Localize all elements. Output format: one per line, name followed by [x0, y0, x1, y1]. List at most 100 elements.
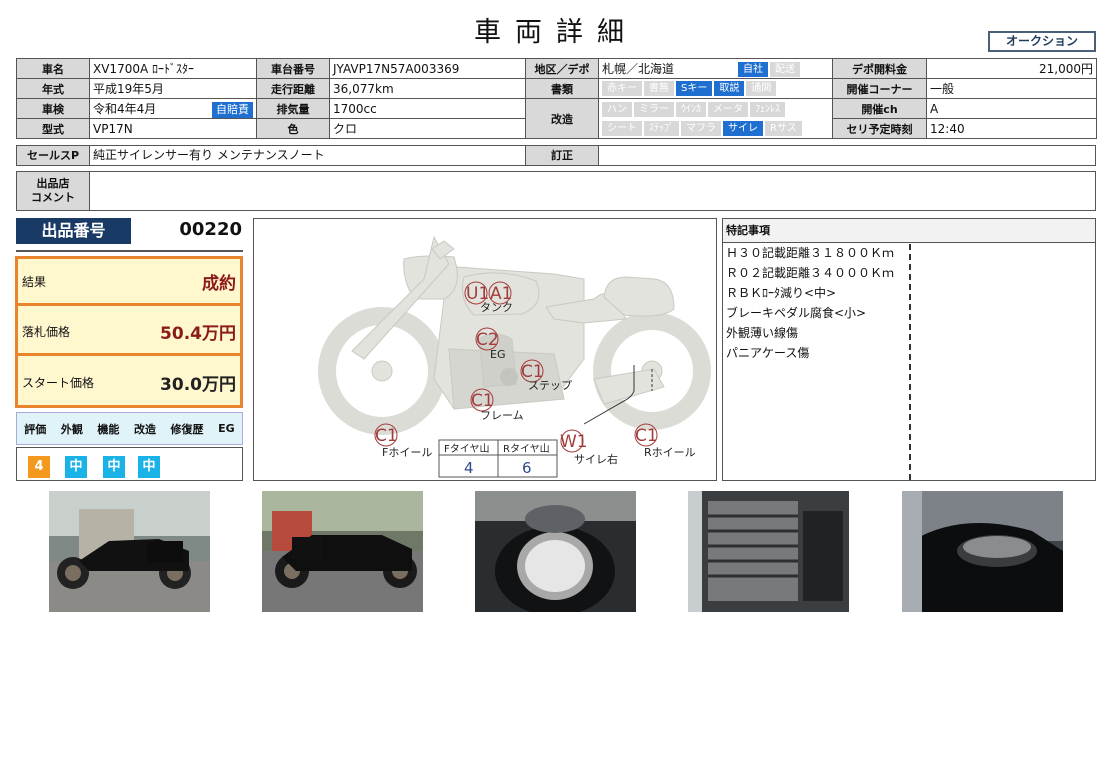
- chip-muffler: マフラ: [681, 120, 721, 136]
- liability-insurance-badge: 自賠責: [212, 101, 253, 118]
- eval-header-modification: 改造: [133, 422, 156, 436]
- label-step: ステップ: [528, 379, 572, 392]
- special-notes: 特記事項 Ｈ３０記載距離３１８００Ｋｍ Ｒ０２記載距離３４０００Ｋｍ ＲＢＫﾛｰ…: [722, 218, 1096, 481]
- tire-tread-table: Fタイヤ山 Rタイヤ山 4 6: [438, 439, 558, 478]
- modification-label: 改造: [525, 98, 599, 139]
- eval-header-engine: EG: [218, 422, 235, 435]
- result-label: 結果: [22, 274, 47, 289]
- table-row: 車検 令和4年4月 自賠責 排気量 1700cc 改造 ハン ミラー ｳｲﾝｶ メータ…: [16, 98, 1097, 139]
- chassis-number-value: JYAVP17N57A003369: [329, 58, 526, 79]
- chip-handle: ハン: [602, 101, 632, 117]
- correction-label: 訂正: [526, 146, 599, 165]
- corner-value: 一般: [926, 78, 1097, 99]
- motorcycle-outline-icon: U1 A1 C2 C1 C1 C1 W1 C1 タンク EG ステップ フレーム…: [318, 235, 711, 478]
- chip-r-suspension: Rサス: [765, 120, 802, 136]
- photo-thumbnail[interactable]: [262, 491, 423, 612]
- motorcycle-side-photo-icon: [262, 491, 423, 612]
- chip-silencer: サイレ: [723, 120, 763, 136]
- displacement-value: 1700cc: [329, 98, 526, 119]
- start-price-label: スタート価格: [22, 376, 95, 390]
- damage-diagram: U1 A1 C2 C1 C1 C1 W1 C1 タンク EG ステップ フレーム…: [253, 218, 717, 481]
- seller-comment-label: 出品店 コメント: [17, 172, 90, 210]
- eval-value-rating: 4: [28, 456, 50, 478]
- sales-point-value: 純正サイレンサー有り メンテナンスノート: [90, 146, 526, 165]
- correction-value: [599, 146, 1095, 165]
- eval-header-repair-history: 修復歴: [170, 422, 204, 436]
- chip-fenderless: ﾌｪﾝﾚｽ: [750, 101, 785, 117]
- front-tire-value: 4: [464, 459, 474, 477]
- label-rear-wheel: Rホイール: [644, 446, 696, 459]
- photo-thumbnail[interactable]: [688, 491, 849, 612]
- mark-c1-frame: C1: [471, 391, 494, 411]
- table-row: 車名 XV1700A ﾛｰﾄﾞｽﾀｰ 車台番号 JYAVP17N57A00336…: [16, 58, 1097, 79]
- eval-value-exterior: 中: [65, 456, 87, 478]
- eval-header-function: 機能: [97, 422, 120, 436]
- table-row: 年式 平成19年5月 走行距離 36,077km 書類 赤キー 書無 Sキー 取説 通関…: [16, 78, 1097, 99]
- chip-jisha: 自社: [738, 62, 768, 77]
- modification-chips: ハン ミラー ｳｲﾝｶ メータ ﾌｪﾝﾚｽ シート ｽﾃｯﾌﾟ マフラ サイレ Rサス: [598, 98, 833, 139]
- photo-thumbnail[interactable]: [902, 491, 1063, 612]
- evaluation-values: 4 中 中 中: [16, 447, 243, 481]
- mark-w1: W1: [560, 432, 588, 452]
- winning-price-row: 落札価格 50.4万円: [18, 309, 240, 356]
- chip-meter: メータ: [708, 101, 748, 117]
- chip-mirror: ミラー: [634, 101, 674, 117]
- documents-chips: 赤キー 書無 Sキー 取説 通関: [598, 78, 833, 99]
- seller-comment-label-line1: 出品店: [36, 177, 70, 190]
- year-label: 年式: [16, 78, 90, 99]
- region-depot-cell: 札幌／北海道 自社 配送: [598, 58, 833, 79]
- model-code-value: VP17N: [89, 118, 257, 139]
- start-price-row: スタート価格 30.0万円: [18, 359, 240, 406]
- mark-c1-rear-wheel: C1: [635, 426, 658, 446]
- eval-header-exterior: 外観: [60, 422, 83, 436]
- seller-comment-value: [90, 172, 1095, 210]
- page-title: 車両詳細: [474, 17, 638, 48]
- start-price-value: 30.0万円: [160, 375, 236, 395]
- photo-thumbnail[interactable]: [49, 491, 210, 612]
- inspection-label: 車検: [16, 98, 90, 119]
- lot-number-value: 00220: [179, 219, 242, 240]
- chip-red-key: 赤キー: [602, 81, 642, 96]
- lot-number-label: 出品番号: [16, 218, 131, 244]
- seller-comment-label-line2: コメント: [31, 191, 75, 204]
- mark-c2: C2: [476, 330, 499, 350]
- rear-tire-value: 6: [522, 459, 532, 477]
- winning-price-value: 50.4万円: [160, 323, 236, 344]
- winning-price-label: 落札価格: [22, 324, 71, 339]
- year-value: 平成19年5月: [89, 78, 257, 99]
- fuel-tank-photo-icon: [902, 491, 1063, 612]
- car-name-value: XV1700A ﾛｰﾄﾞｽﾀｰ: [89, 58, 257, 79]
- photo-thumbnail[interactable]: [475, 491, 636, 612]
- label-engine: EG: [490, 348, 505, 361]
- sales-point-label: セールスP: [17, 146, 90, 165]
- motorcycle-side-photo-icon: [49, 491, 210, 612]
- divider: [909, 244, 911, 480]
- result-row: 結果 成約: [18, 259, 240, 306]
- depot-fee-value: 21,000円: [926, 58, 1097, 79]
- chip-haisou: 配送: [770, 62, 800, 77]
- displacement-label: 排気量: [256, 98, 330, 119]
- evaluation-headers: 評価 外観 機能 改造 修復歴 EG: [16, 412, 243, 445]
- chip-s-key: Sキー: [676, 81, 713, 96]
- label-silencer-right: サイレ右: [574, 452, 618, 466]
- color-value: クロ: [329, 118, 526, 139]
- car-name-label: 車名: [16, 58, 90, 79]
- chassis-number-label: 車台番号: [256, 58, 330, 79]
- chip-step: ｽﾃｯﾌﾟ: [644, 120, 679, 136]
- region-depot-value: 札幌／北海道: [602, 62, 675, 76]
- model-code-label: 型式: [16, 118, 90, 139]
- inspection-value: 令和4年4月: [93, 101, 157, 116]
- eval-value-modification: 中: [138, 456, 160, 478]
- chip-manual: 取説: [714, 81, 745, 96]
- eval-header-rating: 評価: [24, 422, 47, 436]
- inspection-cell: 令和4年4月 自賠責: [89, 98, 257, 119]
- region-depot-label: 地区／デポ: [525, 58, 599, 79]
- channel-value: A: [926, 98, 1097, 119]
- front-tire-label: Fタイヤ山: [444, 443, 489, 455]
- speedometer-photo-icon: [475, 491, 636, 612]
- depot-fee-label: デポ開料金: [832, 58, 927, 79]
- divider: [16, 250, 243, 252]
- chip-customs: 通関: [746, 81, 777, 96]
- mileage-label: 走行距離: [256, 78, 330, 99]
- auction-badge: オークション: [988, 31, 1096, 52]
